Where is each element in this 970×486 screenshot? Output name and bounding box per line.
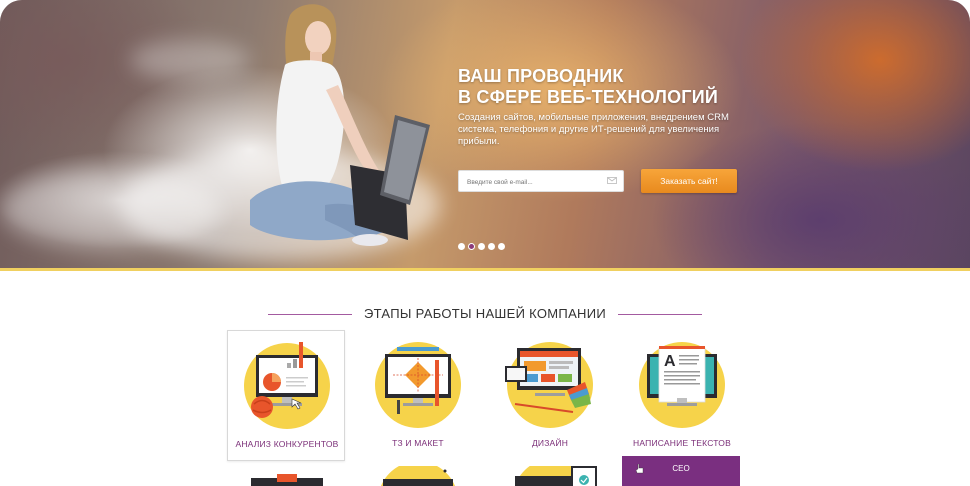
hand-cursor-icon [636,464,644,474]
slider-dot[interactable] [458,243,465,250]
slider-dot[interactable] [478,243,485,250]
email-input[interactable] [459,171,609,194]
slider-dot[interactable] [498,243,505,250]
slider-dot-active[interactable] [468,243,475,250]
stage-card-label: ТЗ И МАКЕТ [392,438,444,448]
stage-icon-partial [381,466,455,486]
slider-pagination [458,237,508,250]
hero-subtitle: Создания сайтов, мобильные приложения, в… [458,112,729,147]
heading-divider-right [618,314,702,315]
hero-text-block: ВАШ ПРОВОДНИК В СФЕРЕ ВЕБ-ТЕХНОЛОГИЙ Соз… [458,66,758,148]
hero-banner: ВАШ ПРОВОДНИК В СФЕРЕ ВЕБ-ТЕХНОЛОГИЙ Соз… [0,0,970,270]
layout-mockup-icon [375,342,461,428]
design-icon [505,342,593,428]
stage-card-label: НАПИСАНИЕ ТЕКСТОВ [633,438,731,448]
section-heading: ЭТАПЫ РАБОТЫ НАШЕЙ КОМПАНИИ [268,306,702,322]
stage-dropdown[interactable]: СЕО [622,456,740,486]
hero-title: ВАШ ПРОВОДНИК В СФЕРЕ ВЕБ-ТЕХНОЛОГИЙ [458,66,758,108]
stage-card-copywriting[interactable]: A НАПИСАНИЕ ТЕКСТОВ [623,330,741,461]
envelope-icon [607,177,617,184]
hero-title-line2: В СФЕРЕ ВЕБ-ТЕХНОЛОГИЙ [458,87,718,107]
order-site-button[interactable]: Заказать сайт! [641,169,737,193]
stage-icon-partial [251,474,323,486]
email-field[interactable] [458,170,624,194]
competitor-analysis-icon [244,342,330,429]
cloud-decoration [0,170,220,250]
svg-text:A: A [664,353,676,370]
stage-card-label: АНАЛИЗ КОНКУРЕНТОВ [235,439,339,449]
stage-card-layout[interactable]: ТЗ И МАКЕТ [359,330,477,461]
stage-card-label: ДИЗАЙН [531,438,569,448]
page: ВАШ ПРОВОДНИК В СФЕРЕ ВЕБ-ТЕХНОЛОГИЙ Соз… [0,0,970,486]
woman-with-laptop-illustration [250,4,430,246]
stage-card-design[interactable]: ДИЗАЙН [491,330,609,461]
stage-icon-partial [515,466,597,486]
hero-title-line1: ВАШ ПРОВОДНИК [458,66,624,86]
stage-card-competitor-analysis[interactable]: АНАЛИЗ КОНКУРЕНТОВ [227,330,345,461]
copywriting-icon: A [639,342,725,428]
hero-bottom-border [0,268,970,271]
slider-dot[interactable] [488,243,495,250]
